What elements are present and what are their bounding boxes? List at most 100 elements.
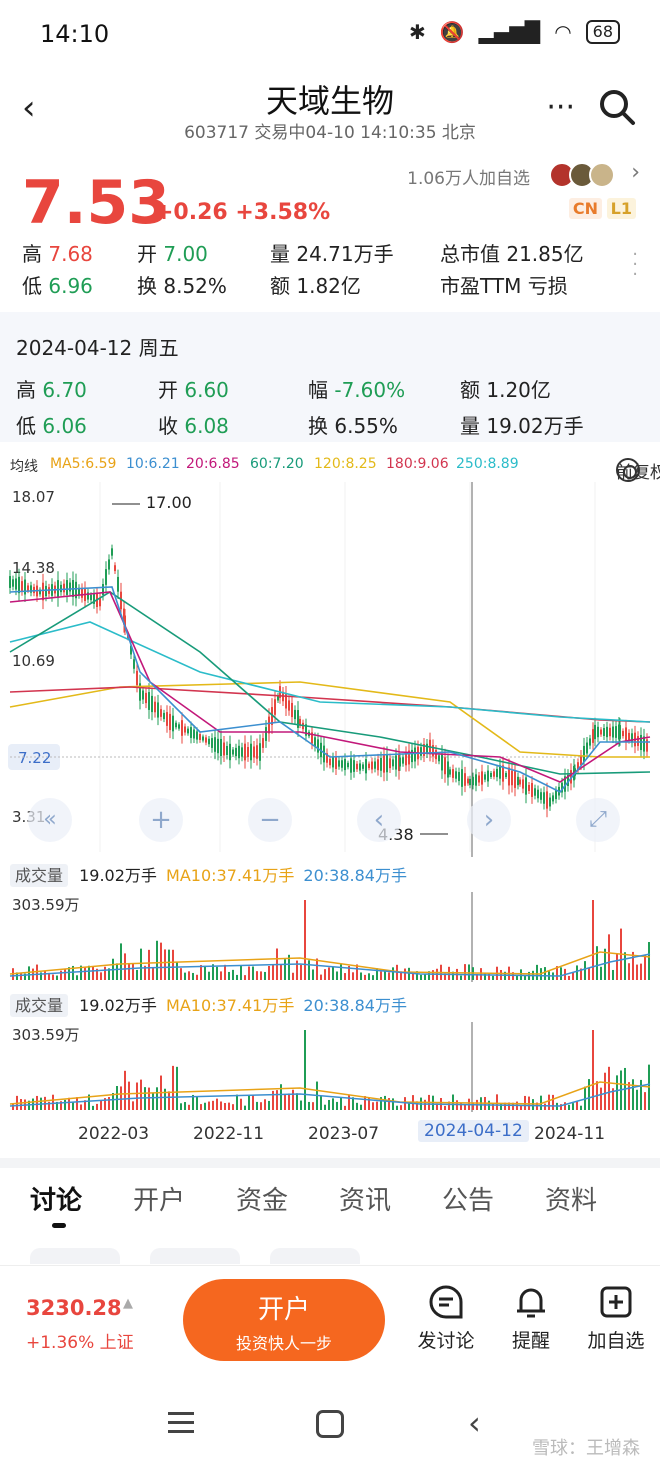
volume-bar (64, 1099, 66, 1110)
zoom-out-button[interactable]: − (248, 798, 292, 842)
volume-legend: 成交量 19.02万手 MA10:37.41万手 20:38.84万手 (10, 862, 407, 887)
remind-button[interactable]: 提醒 (491, 1284, 571, 1353)
volume-bar (408, 1103, 410, 1110)
volume-bar (636, 964, 638, 980)
volume-bar (204, 1102, 206, 1110)
follower-avatars[interactable] (549, 162, 615, 188)
zoom-in-button[interactable]: + (139, 798, 183, 842)
candle-body (151, 695, 153, 713)
tab-profile[interactable]: 资料 (545, 1180, 597, 1217)
volume-bar (432, 970, 434, 980)
volume-bar (140, 1079, 142, 1110)
tab-account[interactable]: 开户 (133, 1180, 185, 1217)
volume-bar (268, 965, 270, 980)
home-icon[interactable] (316, 1410, 344, 1438)
volume-bar (444, 1105, 446, 1110)
filter-pill[interactable] (270, 1248, 360, 1264)
candle-body (9, 576, 11, 588)
volume-bar (324, 969, 326, 980)
candle-body (389, 758, 391, 769)
step-back-button[interactable]: ‹ (357, 798, 401, 842)
x-axis: 2022-03 2022-11 2023-07 2024-04-12 2024-… (0, 1120, 660, 1150)
candle-body (335, 757, 337, 769)
step-forward-button[interactable]: › (467, 798, 511, 842)
index-value[interactable]: 3230.28 (26, 1296, 122, 1320)
open-account-subtitle: 投资快人一步 (235, 1334, 332, 1353)
detail-high-label: 高 (16, 378, 36, 402)
candle-body (205, 737, 207, 743)
volume-bar (52, 974, 54, 980)
volume-bar (224, 1103, 226, 1110)
filter-pill[interactable] (30, 1248, 120, 1264)
turnover-value: 8.52% (163, 274, 227, 298)
bluetooth-icon: ✱ (408, 20, 426, 44)
volume-bar (196, 1096, 198, 1110)
quote-panel: 7.53 +0.26 +3.58% 1.06万人加自选 › CN L1 高 7.… (0, 150, 660, 310)
volume-bar (524, 975, 526, 980)
candle-body (157, 702, 159, 718)
volume-bar (576, 965, 578, 980)
volume-chart[interactable] (0, 892, 660, 982)
volume-bar (588, 967, 590, 980)
volume-bar (340, 1097, 342, 1110)
volume-bar (92, 966, 94, 980)
fullscreen-button[interactable]: ⤢ (576, 798, 620, 842)
candle-body (341, 760, 343, 768)
candle-body (603, 728, 605, 736)
volume-bar (312, 969, 314, 980)
candle-body (81, 588, 83, 598)
tab-discussion[interactable]: 讨论 (30, 1180, 82, 1217)
volume-bar (544, 1103, 546, 1110)
post-discussion-button[interactable]: 发讨论 (406, 1284, 486, 1353)
candle-body (208, 738, 210, 745)
search-icon[interactable] (598, 88, 636, 126)
menu-icon[interactable] (168, 1412, 194, 1439)
volume-bar (376, 1101, 378, 1110)
add-favorite-button[interactable]: 加自选 (576, 1284, 656, 1353)
candle-body (90, 594, 92, 601)
candle-body (597, 726, 599, 738)
chevron-right-icon[interactable]: › (631, 160, 640, 185)
volume-bar (188, 1104, 190, 1110)
candle-body (347, 762, 349, 768)
tab-announcements[interactable]: 公告 (442, 1180, 494, 1217)
up-arrow-icon: ▲ (123, 1296, 133, 1311)
volume-bar (76, 975, 78, 980)
volume-bar (260, 971, 262, 980)
volume-bar (304, 1030, 306, 1110)
candle-body (262, 738, 264, 748)
volume-bar (256, 1101, 258, 1110)
volume-bar (572, 1103, 574, 1110)
volume-bar (244, 1105, 246, 1110)
candle-body (160, 709, 162, 717)
adjust-toggle[interactable]: 前复权 (616, 450, 660, 483)
ma-legend: 均线 MA5:6.59 10:6.21 20:6.85 60:7.20 120:… (10, 448, 660, 483)
candle-body (592, 729, 594, 743)
volume-bar (212, 1100, 214, 1110)
volume-bar (220, 971, 222, 980)
candle-body (411, 749, 413, 763)
tab-news[interactable]: 资讯 (339, 1180, 391, 1217)
volume-chart[interactable] (0, 1022, 660, 1112)
fast-back-button[interactable]: « (28, 798, 72, 842)
ma-line (9, 591, 651, 775)
nav-back-icon[interactable]: ‹ (468, 1404, 481, 1442)
candle-body (395, 755, 397, 770)
candle-body (490, 772, 492, 778)
more-icon[interactable]: ··· (546, 90, 575, 125)
followers-count[interactable]: 1.06万人加自选 (407, 164, 530, 189)
candle-body (184, 726, 186, 733)
system-nav-bar: ‹ 雪球：王增森 (0, 1390, 660, 1467)
open-account-button[interactable]: 开户 投资快人一步 (183, 1279, 385, 1361)
volume-bar (168, 1091, 170, 1110)
cn-badge: CN (568, 198, 602, 219)
candle-body (105, 569, 107, 585)
candle-body (24, 579, 26, 595)
filter-pill[interactable] (150, 1248, 240, 1264)
volume-bar (360, 1104, 362, 1110)
tab-funds[interactable]: 资金 (236, 1180, 288, 1217)
candle-body (220, 738, 222, 757)
volume-bar (576, 1101, 578, 1110)
volume-bar (352, 972, 354, 980)
more-vertical-icon[interactable]: · · · (632, 246, 638, 284)
